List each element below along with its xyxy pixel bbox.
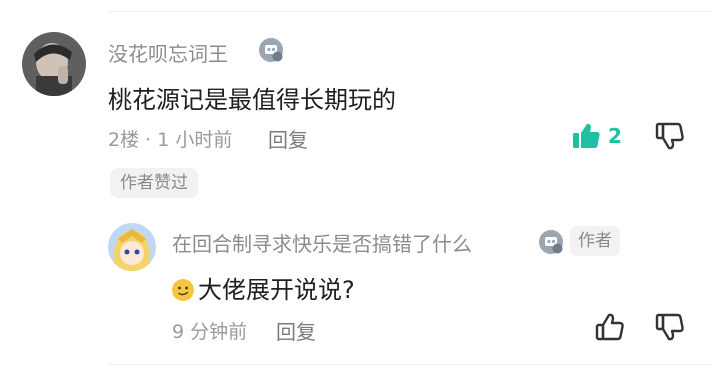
reply-author-name[interactable]: 在回合制寻求快乐是否搞错了什么: [172, 228, 472, 257]
avatar[interactable]: [22, 32, 86, 96]
thumbs-down-icon: [655, 313, 684, 341]
reply-like-button[interactable]: [594, 311, 626, 343]
meta-separator: ·: [145, 129, 152, 151]
thumbs-down-icon: [655, 122, 684, 150]
comment-author-name[interactable]: 没花呗忘词王: [108, 38, 228, 67]
game-badge-icon: [259, 38, 283, 62]
thumbs-up-filled-icon: [573, 123, 600, 148]
reply-reply-button[interactable]: 回复: [276, 316, 316, 345]
author-tag: 作者: [570, 226, 620, 256]
comment-time: 1 小时前: [157, 129, 233, 151]
floor-number: 2楼: [108, 129, 140, 151]
reply-dislike-button[interactable]: [654, 311, 686, 343]
thumbs-up-icon: [595, 313, 624, 341]
game-badge-icon: [539, 230, 563, 254]
reply-text: 大佬展开说说?: [172, 270, 355, 305]
reply-avatar[interactable]: [108, 223, 156, 271]
comment-meta: 2楼 · 1 小时前: [108, 125, 232, 152]
like-count: 2: [608, 124, 622, 148]
sly-face-emoji-icon: [172, 279, 194, 301]
bottom-divider: [108, 364, 712, 365]
dislike-button[interactable]: [654, 120, 686, 152]
reply-button[interactable]: 回复: [268, 124, 308, 153]
top-divider: [108, 11, 712, 12]
reply-time: 9 分钟前: [172, 321, 248, 343]
like-button[interactable]: 2: [570, 120, 622, 152]
comment-text: 桃花源记是最值得长期玩的: [108, 86, 396, 114]
reply-text-content: 大佬展开说说?: [198, 276, 355, 304]
author-liked-chip: 作者赞过: [110, 168, 198, 198]
